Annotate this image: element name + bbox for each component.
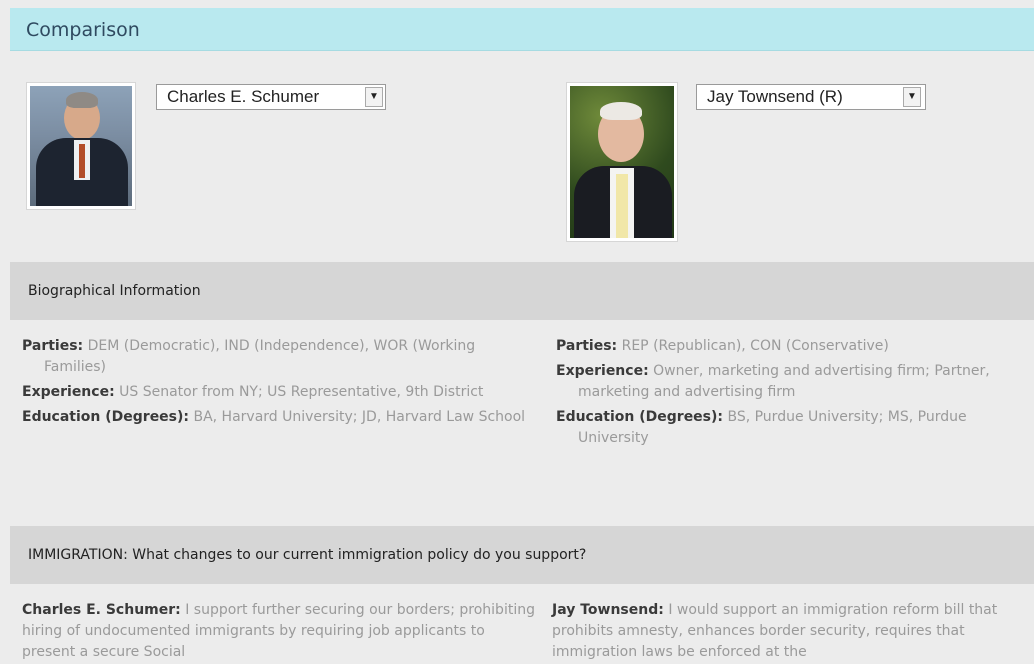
candidate-1-select[interactable]: Charles E. Schumer ▼ (156, 84, 386, 110)
question-heading: IMMIGRATION: What changes to our current… (28, 547, 587, 563)
candidate-2-immigration-answer: Jay Townsend: I would support an immigra… (552, 602, 998, 660)
bio-experience: Experience: US Senator from NY; US Repre… (22, 384, 484, 400)
biographical-information-section-header: Biographical Information (10, 262, 1034, 320)
bio-experience: Experience: Owner, marketing and adverti… (556, 363, 990, 400)
bio-education: Education (Degrees): BS, Purdue Universi… (556, 409, 967, 446)
candidate-1-select-value: Charles E. Schumer (167, 87, 320, 106)
candidate-2-select-value: Jay Townsend (R) (707, 87, 843, 106)
immigration-question-header: IMMIGRATION: What changes to our current… (10, 526, 1034, 584)
bio-parties: Parties: DEM (Democratic), IND (Independ… (22, 338, 476, 375)
candidate-1-immigration-answer: Charles E. Schumer: I support further se… (22, 602, 535, 660)
bio-education: Education (Degrees): BA, Harvard Univers… (22, 409, 526, 425)
candidate-2-photo (566, 82, 678, 242)
chevron-down-icon[interactable]: ▼ (365, 87, 383, 107)
candidate-1-photo (26, 82, 136, 210)
candidate-1-bio: Parties: DEM (Democratic), IND (Independ… (22, 336, 540, 432)
candidate-2-bio: Parties: REP (Republican), CON (Conserva… (556, 336, 1026, 453)
candidate-2-select[interactable]: Jay Townsend (R) ▼ (696, 84, 926, 110)
bio-parties: Parties: REP (Republican), CON (Conserva… (556, 338, 889, 354)
comparison-header: Comparison (10, 8, 1034, 51)
section-heading: Biographical Information (28, 283, 201, 299)
page-title: Comparison (26, 19, 140, 41)
chevron-down-icon[interactable]: ▼ (903, 87, 921, 107)
